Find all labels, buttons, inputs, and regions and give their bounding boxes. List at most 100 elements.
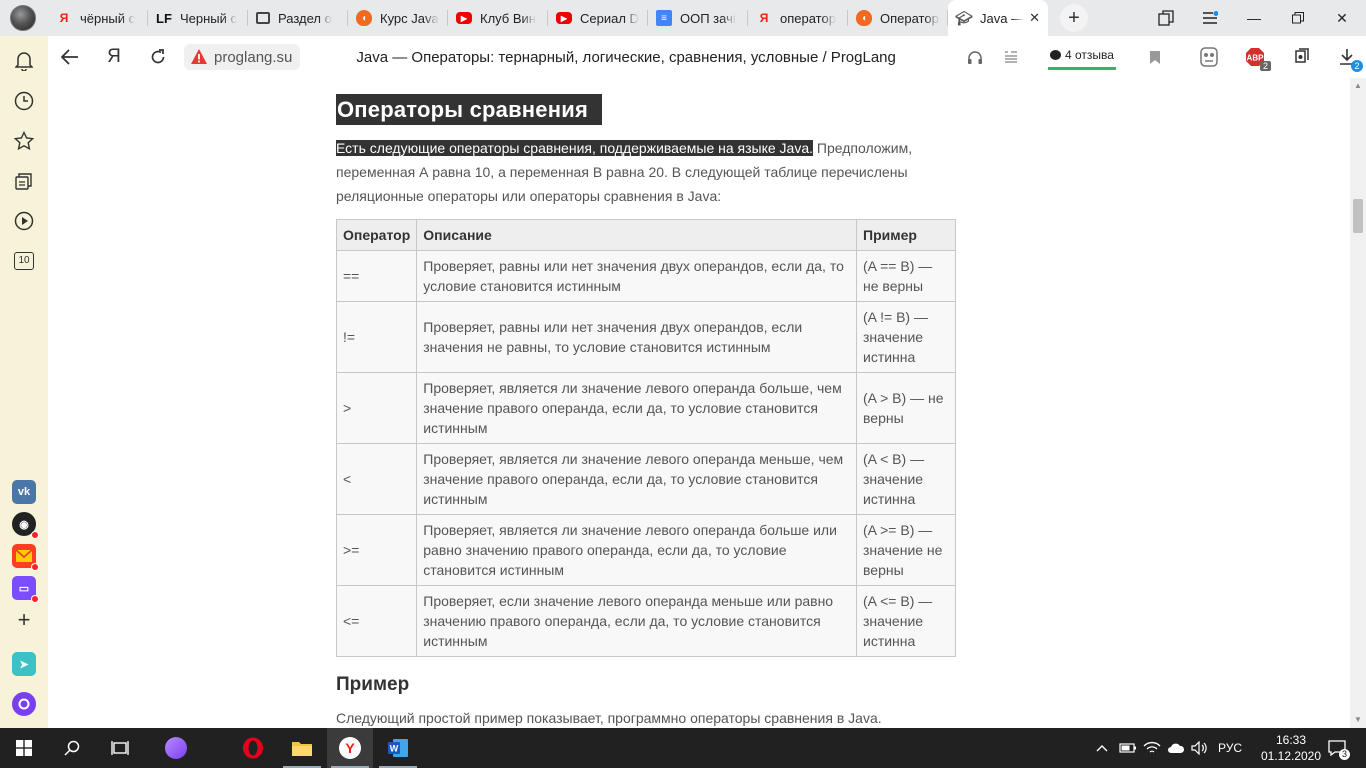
operator-cell: <: [335, 443, 418, 515]
tab-9[interactable]: ◖ Операторы: [848, 0, 948, 36]
scroll-up-icon[interactable]: ▲: [1350, 78, 1366, 94]
history-icon[interactable]: [12, 89, 36, 113]
taskbar: Y W РУС 16:33 01.12.2020 3: [0, 728, 1366, 768]
reader-mode-icon[interactable]: [996, 36, 1026, 78]
description-cell: Проверяет, является ли значение левого о…: [416, 443, 857, 515]
tab-label: Курс Java: [380, 10, 439, 26]
close-tab-icon[interactable]: ✕: [1025, 10, 1040, 26]
counter-icon[interactable]: 10: [12, 249, 36, 273]
site-info-chip[interactable]: proglang.su: [184, 44, 301, 70]
protect-icon[interactable]: [1286, 36, 1316, 78]
add-icon[interactable]: +: [12, 607, 36, 632]
page-scrollbar[interactable]: ▲ ▼: [1350, 78, 1366, 728]
alice-icon[interactable]: [12, 692, 36, 716]
operator-cell: >: [335, 372, 418, 444]
yandex-icon: Я: [59, 11, 69, 25]
example-paragraph: Следующий простой пример показывает, про…: [336, 710, 882, 726]
reviews-button[interactable]: 4 отзыва: [1048, 42, 1116, 70]
search-icon[interactable]: [48, 728, 96, 768]
table-row: < Проверяет, является ли значение левого…: [335, 443, 956, 515]
volume-icon[interactable]: [1190, 728, 1210, 768]
example-cell: (A >= B) — значение не верны: [856, 514, 956, 586]
task-view-icon[interactable]: [96, 728, 144, 768]
shield-icon: ◖: [856, 10, 872, 26]
warning-icon: [191, 49, 207, 64]
example-cell: (A != B) — значение истинна: [856, 301, 956, 373]
tab-8[interactable]: Яоператор: [748, 0, 848, 36]
tab-label: Операторы: [880, 10, 940, 26]
extension-mask-icon[interactable]: [1194, 36, 1224, 78]
file-explorer-icon[interactable]: [279, 728, 325, 768]
clock[interactable]: 16:33 01.12.2020: [1258, 732, 1324, 764]
address-page-title[interactable]: Java — Операторы: тернарный, логические,…: [356, 49, 895, 66]
tab-label: Черный с: [180, 10, 238, 26]
downloads-badge: 2: [1351, 60, 1363, 72]
wifi-icon[interactable]: [1142, 728, 1162, 768]
messenger-icon[interactable]: ▭: [12, 576, 39, 603]
reload-button[interactable]: [136, 36, 180, 78]
tab-active[interactable]: 🎓︎ Java — ✕: [948, 0, 1048, 36]
menu-icon[interactable]: [1188, 0, 1232, 36]
notifications-count: 3: [1339, 749, 1350, 760]
downloads-icon[interactable]: 2: [1332, 36, 1363, 78]
tab-strip: Ячёрный с LF Черный с Раздел о ◖ Курс Java…: [0, 0, 1366, 36]
header-description: Описание: [416, 219, 857, 251]
svg-text:W: W: [390, 744, 399, 754]
section-title: Операторы сравнения: [336, 94, 602, 125]
scroll-thumb[interactable]: [1353, 199, 1363, 233]
play-circle-icon[interactable]: [12, 209, 36, 233]
scroll-down-icon[interactable]: ▼: [1350, 712, 1366, 728]
back-button[interactable]: [48, 36, 92, 78]
battery-icon[interactable]: [1118, 728, 1138, 768]
description-cell: Проверяет, если значение левого операнда…: [416, 585, 857, 657]
cortana-icon[interactable]: [152, 728, 200, 768]
star-icon[interactable]: [12, 129, 36, 153]
lf-icon: LF: [156, 10, 172, 26]
yandex-browser-icon[interactable]: Y: [327, 728, 373, 768]
new-tab-button[interactable]: +: [1060, 4, 1088, 32]
tab-6[interactable]: ▶ Сериал D: [548, 0, 648, 36]
cloud-icon[interactable]: [1166, 728, 1186, 768]
example-cell: (A <= B) — значение истинна: [856, 585, 956, 657]
description-cell: Проверяет, является ли значение левого о…: [416, 514, 857, 586]
example-cell: (A < B) — значение истинна: [856, 443, 956, 515]
tab-3[interactable]: Раздел о: [248, 0, 348, 36]
vk-icon[interactable]: vk: [12, 480, 36, 504]
minimize-icon[interactable]: —: [1232, 0, 1276, 36]
send-icon[interactable]: ➤: [12, 652, 36, 676]
adblock-badge: 2: [1259, 61, 1271, 71]
graduation-cap-icon: 🎓︎: [955, 9, 973, 26]
opera-icon[interactable]: [230, 728, 276, 768]
yandex-home-button[interactable]: Я: [92, 36, 136, 78]
description-cell: Проверяет, является ли значение левого о…: [416, 372, 857, 444]
notifications-icon[interactable]: 3: [1324, 728, 1350, 768]
close-window-icon[interactable]: ✕: [1320, 0, 1364, 36]
collections-icon[interactable]: [12, 169, 36, 193]
bookmark-icon[interactable]: [1140, 36, 1170, 78]
intro-highlight: Есть следующие операторы сравнения, подд…: [336, 140, 814, 156]
tabs-overview-icon[interactable]: [1144, 0, 1188, 36]
chevron-up-icon[interactable]: [1094, 728, 1110, 768]
tab-1[interactable]: Ячёрный с: [48, 0, 148, 36]
word-icon[interactable]: W: [375, 728, 421, 768]
operator-cell: <=: [335, 585, 418, 657]
example-cell: (A == B) — не верны: [856, 250, 956, 302]
headphones-icon[interactable]: [960, 36, 990, 78]
profile-avatar[interactable]: [10, 5, 36, 31]
language-indicator[interactable]: РУС: [1216, 728, 1244, 768]
adblock-icon[interactable]: ABP 2: [1240, 36, 1271, 78]
tab-label: оператор: [780, 10, 836, 26]
tab-label: Клуб Вин: [480, 10, 536, 26]
mail-app-icon[interactable]: [12, 544, 39, 571]
table-row: == Проверяет, равны или нет значения дву…: [335, 250, 956, 302]
restore-icon[interactable]: [1276, 0, 1320, 36]
windows-start-icon[interactable]: [0, 728, 48, 768]
tab-2[interactable]: LF Черный с: [148, 0, 248, 36]
clock-time: 16:33: [1275, 733, 1307, 747]
music-app-icon[interactable]: ◉: [12, 512, 39, 539]
bell-icon[interactable]: [12, 49, 36, 73]
tab-5[interactable]: ▶ Клуб Вин: [448, 0, 548, 36]
table-row: >= Проверяет, является ли значение левог…: [335, 514, 956, 586]
tab-4[interactable]: ◖ Курс Java: [348, 0, 448, 36]
tab-7[interactable]: ≡ ООП зачі: [648, 0, 748, 36]
